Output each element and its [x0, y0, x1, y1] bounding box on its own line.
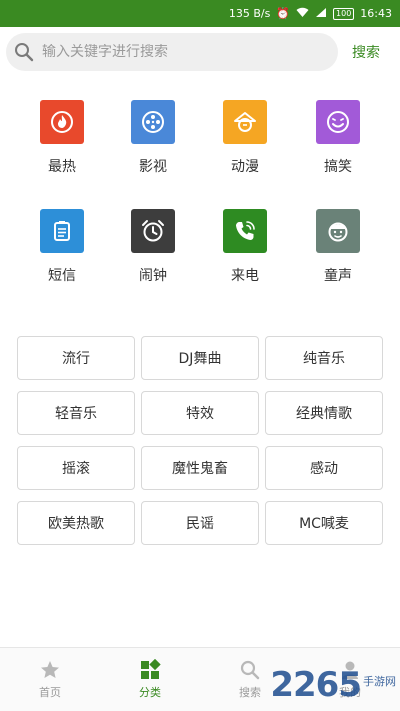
category-label: 搞笑 [324, 159, 352, 175]
star-icon [41, 661, 59, 678]
tab-category[interactable]: 分类 [100, 648, 200, 711]
phone-call-icon [236, 221, 255, 240]
tag-button[interactable]: 经典情歌 [265, 391, 383, 435]
category-label: 短信 [48, 268, 76, 284]
category-label: 影视 [139, 159, 167, 175]
category-label: 闹钟 [139, 268, 167, 284]
film-reel-icon [142, 111, 164, 133]
search-box[interactable] [6, 33, 338, 71]
category-tile [131, 209, 175, 253]
tag-button[interactable]: DJ舞曲 [141, 336, 259, 380]
clock: 16:43 [360, 7, 392, 20]
category-tile [223, 209, 267, 253]
tag-button[interactable]: 轻音乐 [17, 391, 135, 435]
laugh-face-icon [327, 111, 349, 133]
anime-face-icon [234, 112, 256, 132]
category-hot[interactable]: 最热 [27, 100, 97, 176]
watermark-text: 手游网 [363, 675, 396, 688]
category-tile [131, 100, 175, 144]
tab-label: 分类 [139, 686, 161, 699]
category-label: 动漫 [231, 159, 259, 175]
category-tile [40, 209, 84, 253]
tab-home[interactable]: 首页 [0, 648, 100, 711]
watermark-logo: 2265 手游网 [270, 665, 396, 705]
tag-button[interactable]: 纯音乐 [265, 336, 383, 380]
watermark-number: 2265 [270, 665, 362, 705]
category-funny[interactable]: 搞笑 [303, 100, 373, 176]
alarm-icon: ⏰ [276, 7, 291, 20]
battery-icon: 100 [333, 7, 355, 20]
tab-label: 首页 [39, 686, 61, 699]
category-film[interactable]: 影视 [118, 100, 188, 176]
signal-icon [315, 7, 327, 21]
network-speed: 135 B/s [228, 7, 271, 20]
category-call[interactable]: 来电 [210, 209, 280, 285]
alarm-clock-icon [142, 220, 164, 242]
search-icon [15, 43, 34, 62]
flame-icon [51, 111, 73, 133]
category-tile [316, 209, 360, 253]
tab-label: 搜索 [239, 686, 261, 699]
tag-button[interactable]: 魔性鬼畜 [141, 446, 259, 490]
search-button[interactable]: 搜索 [352, 42, 380, 62]
message-icon [54, 221, 70, 241]
tag-button[interactable]: 感动 [265, 446, 383, 490]
wifi-icon [296, 7, 309, 21]
category-alarm[interactable]: 闹钟 [118, 209, 188, 285]
category-label: 最热 [48, 159, 76, 175]
category-tile [316, 100, 360, 144]
tag-button[interactable]: 流行 [17, 336, 135, 380]
status-bar: 135 B/s ⏰ 100 16:43 [0, 0, 400, 27]
category-child[interactable]: 童声 [303, 209, 373, 285]
category-tile [40, 100, 84, 144]
category-label: 童声 [324, 268, 352, 284]
child-face-icon [328, 222, 348, 242]
tag-button[interactable]: 民谣 [141, 501, 259, 545]
category-tile [223, 100, 267, 144]
search-bar: 搜索 [0, 27, 400, 77]
tag-button[interactable]: 摇滚 [17, 446, 135, 490]
tag-grid: 流行 DJ舞曲 纯音乐 轻音乐 特效 经典情歌 摇滚 魔性鬼畜 感动 欧美热歌 … [17, 336, 385, 545]
category-anime[interactable]: 动漫 [210, 100, 280, 176]
tag-button[interactable]: 特效 [141, 391, 259, 435]
tag-button[interactable]: 欧美热歌 [17, 501, 135, 545]
search-icon [240, 660, 260, 680]
tag-button[interactable]: MC喊麦 [265, 501, 383, 545]
grid-icon [141, 659, 161, 679]
search-input[interactable] [42, 44, 322, 60]
category-sms[interactable]: 短信 [27, 209, 97, 285]
category-label: 来电 [231, 268, 259, 284]
